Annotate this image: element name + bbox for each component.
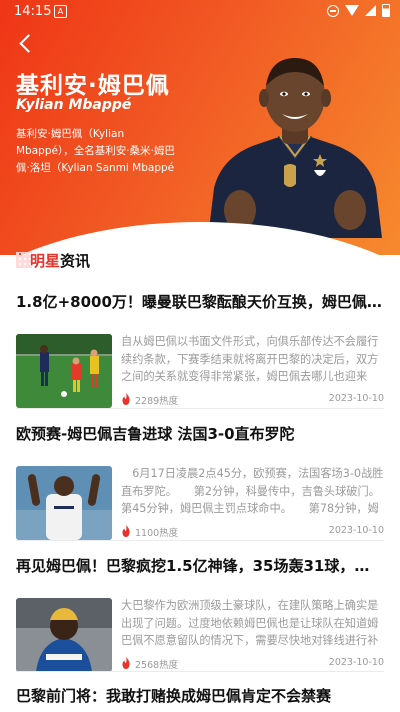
back-arrow-icon[interactable] [16,30,38,56]
divider [16,671,384,672]
news-date: 2023-10-10 [328,657,384,668]
heat-count: 1100热度 [135,528,179,539]
player-bio: 基利安·姆巴佩（Kylian Mbappé），全名基利安·桑米·姆巴佩·洛坦（K… [16,128,175,174]
news-title[interactable]: 欧预赛-姆巴佩吉鲁进球 法国3-0直布罗陀 [16,424,384,444]
news-meta: 2289热度 2023-10-10 [121,393,384,407]
fire-icon [122,393,130,405]
player-portrait [208,58,382,238]
notification-icon: A [54,5,67,18]
news-item[interactable]: 再见姆巴佩！巴黎疯挖1.5亿神锋，35场轰31球，内马尔... 大巴黎作为欧洲顶… [16,556,384,672]
divider [16,540,384,541]
news-title[interactable]: 巴黎前门将：我敢打赌换成姆巴佩肯定不会禁赛 [16,686,384,706]
news-item[interactable]: 1.8亿+8000万！曝曼联巴黎酝酿天价互换，姆巴佩去英超... [16,292,384,408]
status-icons [327,4,390,17]
news-item[interactable]: 欧预赛-姆巴佩吉鲁进球 法国3-0直布罗陀 6月17日凌晨2点45分，欧预赛，法… [16,424,384,540]
fire-icon [122,657,130,669]
player-name-english: Kylian Mbappé [16,97,132,113]
do-not-disturb-icon [327,4,339,17]
heat-count: 2289热度 [135,396,179,407]
news-summary: 大巴黎作为欧洲顶级土豪球队，在建队策略上确实是出现了问题。过度地依赖姆巴佩也是让… [121,599,379,647]
news-item[interactable]: 巴黎前门将：我敢打赌换成姆巴佩肯定不会禁赛 [16,686,384,706]
player-header: 14:15 A 基利安·姆巴佩 Kylian Mbappé 基利安·姆巴佩（Ky… [0,0,400,255]
news-thumbnail[interactable] [16,598,112,672]
news-title[interactable]: 1.8亿+8000万！曝曼联巴黎酝酿天价互换，姆巴佩去英超... [16,292,384,312]
player-name-chinese: 基利安·姆巴佩 [16,73,170,99]
news-meta: 1100热度 2023-10-10 [121,525,384,539]
news-title[interactable]: 再见姆巴佩！巴黎疯挖1.5亿神锋，35场轰31球，内马尔... [16,556,384,576]
fire-icon [122,525,130,537]
battery-icon [382,4,390,17]
status-time: 14:15 [14,4,52,19]
news-thumbnail[interactable] [16,334,112,408]
status-bar: 14:15 A [0,0,400,24]
news-date: 2023-10-10 [328,525,384,536]
news-meta: 2568热度 2023-10-10 [121,657,384,671]
news-summary: 6月17日凌晨2点45分，欧预赛，法国客场3-0战胜直布罗陀。 第2分钟，科曼传… [121,467,384,515]
section-title-text: 明星资讯 [30,252,91,270]
news-date: 2023-10-10 [328,393,384,404]
news-summary: 自从姆巴佩以书面文件形式，向俱乐部传达不会履行续约条款，下赛季结束就将离开巴黎的… [121,335,379,383]
divider [16,408,384,409]
wifi-icon [345,5,359,16]
news-thumbnail[interactable] [16,466,112,540]
heat-count: 2568热度 [135,660,179,671]
signal-icon [365,5,376,16]
